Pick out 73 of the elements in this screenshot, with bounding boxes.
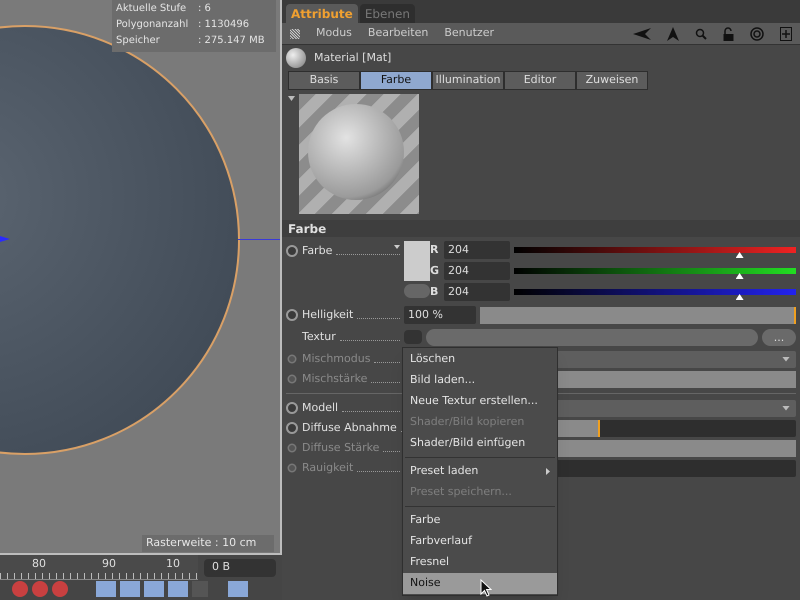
param-label: Mischstärke — [302, 370, 368, 387]
menu-item[interactable]: Farbverlauf — [403, 531, 557, 552]
slider-marker — [794, 306, 796, 324]
grip-icon[interactable] — [290, 28, 300, 38]
channel-label: G — [430, 262, 440, 279]
slider-thumb[interactable] — [736, 252, 744, 258]
material-tab[interactable]: Farbe — [360, 71, 432, 90]
hud-value: : 6 — [198, 2, 211, 16]
leader-dots — [383, 450, 400, 452]
texture-field[interactable] — [426, 328, 758, 346]
target-icon[interactable] — [750, 26, 764, 40]
object-title: Material [Mat] — [314, 50, 392, 66]
menu-item[interactable]: Löschen — [403, 349, 557, 370]
menu-item[interactable]: Bearbeiten — [368, 25, 428, 42]
number-field[interactable]: 100 % — [404, 306, 476, 324]
search-icon[interactable] — [695, 28, 707, 40]
section-header: Farbe — [282, 220, 800, 237]
hud-label: Aktuelle Stufe — [116, 2, 188, 16]
hud-value: : 275.147 MB — [198, 34, 265, 48]
number-field[interactable]: 204 — [444, 283, 510, 301]
back-arrow-icon[interactable] — [633, 28, 651, 40]
param-label: Helligkeit — [302, 306, 354, 323]
color-swatch[interactable] — [404, 241, 430, 281]
ruler-label: 10 — [166, 556, 180, 572]
timeline-ruler[interactable]: 80 90 10 — [0, 555, 198, 580]
axis-line — [238, 239, 280, 240]
material-tab[interactable]: Editor — [504, 71, 576, 90]
menu-item[interactable]: Shader/Bild einfügen — [403, 433, 557, 454]
material-tab[interactable]: Zuweisen — [576, 71, 648, 90]
menu-item[interactable]: Farbe — [403, 510, 557, 531]
animate-radio-icon[interactable] — [286, 402, 298, 414]
hud-label: Polygonanzahl — [116, 18, 190, 32]
grid-size-label: Rasterweite : 10 cm — [142, 535, 274, 552]
menu-item[interactable]: Preset laden — [403, 461, 557, 482]
param-label: Textur — [302, 328, 336, 345]
param-label: Diffuse Abnahme — [302, 420, 397, 436]
menu-item[interactable]: Noise — [403, 573, 557, 594]
up-arrow-icon[interactable] — [667, 26, 679, 40]
material-tab[interactable]: Illumination — [432, 71, 504, 90]
slider-marker — [598, 420, 600, 436]
leader-dots — [357, 470, 400, 472]
add-panel-icon[interactable] — [780, 26, 792, 40]
menu-item[interactable]: Modus — [316, 25, 352, 42]
number-field[interactable]: 204 — [444, 262, 510, 280]
animate-radio-icon[interactable] — [286, 422, 298, 434]
animate-radio-icon[interactable] — [286, 309, 298, 321]
hud-value: : 1130496 — [198, 18, 250, 32]
ruler-label: 80 — [32, 556, 46, 572]
menu-item[interactable]: Bild laden... — [403, 370, 557, 391]
menu-item[interactable]: Neue Textur erstellen... — [403, 391, 557, 412]
param-label: Mischmodus — [302, 350, 370, 367]
channel-label: B — [430, 284, 440, 300]
animate-radio-icon[interactable] — [286, 245, 298, 257]
browse-button[interactable]: ... — [762, 328, 796, 346]
channel-label: R — [430, 242, 440, 258]
ruler-label: 90 — [102, 556, 116, 572]
number-field[interactable]: 204 — [444, 241, 510, 259]
slider-fill[interactable] — [480, 306, 796, 324]
menu-item[interactable]: Benutzer — [444, 25, 494, 42]
menu-item[interactable]: Fresnel — [403, 552, 557, 573]
expand-button[interactable] — [404, 284, 430, 298]
material-tab[interactable]: Basis — [288, 71, 360, 90]
frame-field[interactable]: 0 B — [204, 558, 276, 576]
hud-label: Speicher — [116, 34, 161, 48]
mouse-cursor-icon — [480, 579, 492, 597]
param-label: Modell — [302, 400, 338, 416]
leader-dots — [342, 410, 400, 412]
param-label: Farbe — [302, 242, 332, 259]
lock-icon[interactable] — [723, 26, 734, 40]
slider-thumb[interactable] — [736, 273, 744, 279]
slider-thumb[interactable] — [736, 294, 744, 300]
param-label: Rauigkeit — [302, 460, 354, 476]
param-label: Diffuse Stärke — [302, 440, 380, 456]
